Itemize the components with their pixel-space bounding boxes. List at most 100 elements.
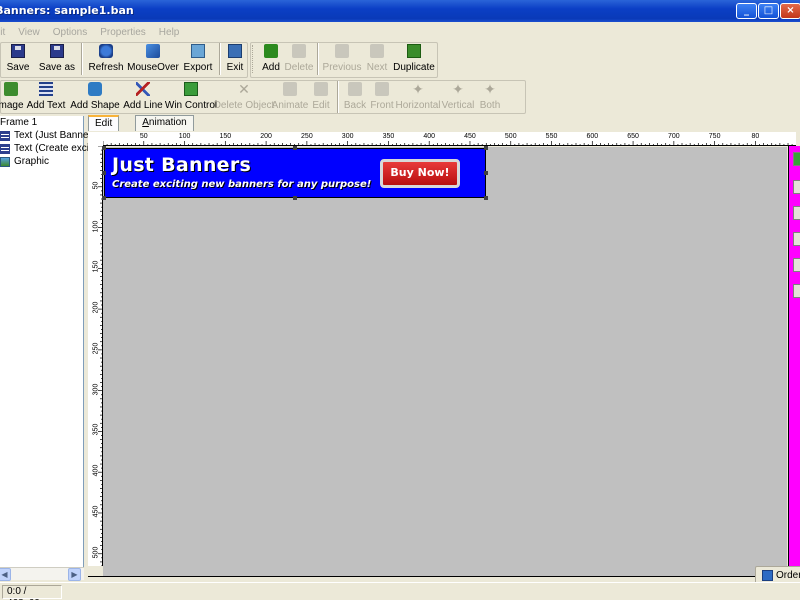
banner-buy-button[interactable]: Buy Now! (380, 159, 460, 188)
object-toolbar: mage Add Text Add Shape Add Line Win Con… (0, 80, 530, 114)
menu-help[interactable]: Help (159, 27, 180, 38)
save-button[interactable]: Save (0, 42, 36, 76)
ruler-label: 650 (627, 133, 639, 140)
tree-text-node[interactable]: Text (Just Banner (0, 129, 92, 142)
ruler-label: 400 (423, 133, 436, 140)
minimize-button[interactable]: _ (736, 3, 757, 19)
previous-frame-button[interactable]: Previous (322, 42, 362, 76)
tool-button[interactable] (793, 152, 800, 166)
resize-handle[interactable] (102, 146, 106, 150)
tool-button[interactable] (793, 180, 800, 194)
edit-object-button[interactable]: Edit (308, 80, 334, 114)
tree-frame-node[interactable]: Frame 1 (0, 116, 37, 129)
animate-button[interactable]: Animate (272, 80, 308, 114)
edit-icon (314, 82, 328, 96)
center-vertical-button[interactable]: ✦ Vertical (440, 80, 476, 114)
save-icon (11, 44, 25, 58)
tree-graphic-node[interactable]: Graphic (0, 155, 49, 168)
status-coordinates: 0:0 / 468x60 (2, 585, 62, 600)
previous-icon (335, 44, 349, 58)
order-icon (762, 570, 773, 581)
line-icon (136, 82, 150, 96)
ruler-label: 350 (382, 133, 395, 140)
delete-object-button[interactable]: ✕ Delete Object (214, 80, 275, 114)
toolbar-grip[interactable] (252, 45, 255, 73)
text-icon (39, 82, 53, 96)
add-frame-button[interactable]: Add (258, 42, 284, 76)
bring-front-button[interactable]: Front (368, 80, 396, 114)
horizontal-ruler-ticks (103, 141, 793, 145)
win-control-icon (184, 82, 198, 96)
tool-button[interactable] (793, 258, 800, 272)
ruler-label: 200 (92, 301, 100, 314)
frame-tree[interactable]: Frame 1 Text (Just Banner Text (Create e… (0, 116, 92, 567)
toolbar-separator (317, 43, 319, 75)
maximize-button[interactable]: □ (758, 3, 779, 19)
mouseover-button[interactable]: MouseOver (126, 42, 180, 76)
ruler-label: 500 (92, 546, 100, 559)
tree-horizontal-scrollbar[interactable]: ◀ ▶ (0, 567, 84, 581)
tree-text-node[interactable]: Text (Create exci (0, 142, 89, 155)
front-icon (375, 82, 389, 96)
tool-button[interactable] (793, 284, 800, 298)
refresh-button[interactable]: Refresh (86, 42, 126, 76)
menu-view[interactable]: View (18, 27, 40, 38)
menu-options[interactable]: Options (53, 27, 87, 38)
add-image-button[interactable]: mage (0, 80, 24, 114)
menu-edit[interactable]: lit (0, 27, 5, 38)
design-canvas[interactable]: Just Banners Create exciting new banners… (102, 146, 787, 577)
menu-bar: lit View Options Properties Help (0, 24, 800, 41)
scroll-right-icon[interactable]: ▶ (68, 568, 81, 581)
right-tool-panel (788, 146, 800, 567)
export-button[interactable]: Export (180, 42, 216, 76)
close-button[interactable]: × (780, 3, 800, 19)
main-toolbar: Save Save as Refresh MouseOver Export Ex… (0, 42, 800, 78)
add-line-button[interactable]: Add Line (120, 80, 166, 114)
resize-handle[interactable] (102, 171, 106, 175)
duplicate-frame-button[interactable]: Duplicate (392, 42, 436, 76)
ruler-label: 400 (92, 464, 100, 477)
next-frame-button[interactable]: Next (362, 42, 392, 76)
scroll-left-icon[interactable]: ◀ (0, 568, 11, 581)
tab-edit[interactable]: Edit (88, 115, 120, 131)
duplicate-icon (407, 44, 421, 58)
back-icon (348, 82, 362, 96)
tool-button[interactable] (793, 206, 800, 220)
tool-button[interactable] (793, 232, 800, 246)
ruler-label: 100 (92, 220, 100, 232)
exit-button[interactable]: Exit (224, 42, 246, 76)
ruler-label: 350 (92, 424, 100, 436)
delete-x-icon: ✕ (238, 81, 250, 97)
tab-animation[interactable]: Animation (135, 115, 194, 131)
resize-handle[interactable] (484, 146, 488, 150)
banner-preview[interactable]: Just Banners Create exciting new banners… (104, 148, 486, 198)
ruler-corner (88, 132, 103, 146)
horizontal-ruler: 50 100 150 200 250 300 350 400 450 500 550 600 650 70… (103, 132, 796, 146)
status-bar: 0:0 / 468x60 (0, 582, 800, 600)
banner-title[interactable]: Just Banners (112, 154, 251, 176)
toolbar-separator (219, 43, 221, 75)
banner-subtitle[interactable]: Create exciting new banners for any purp… (112, 179, 371, 190)
delete-frame-button[interactable]: Delete (284, 42, 314, 76)
resize-handle[interactable] (293, 146, 297, 150)
win-control-button[interactable]: Win Control (165, 80, 217, 114)
send-back-button[interactable]: Back (342, 80, 368, 114)
ruler-label: 550 (545, 133, 558, 140)
resize-handle[interactable] (293, 196, 297, 200)
ruler-label: 80 (751, 133, 760, 140)
ruler-label: 250 (92, 342, 100, 355)
add-shape-button[interactable]: Add Shape (70, 80, 120, 114)
resize-handle[interactable] (102, 196, 106, 200)
ruler-label: 700 (668, 133, 680, 140)
ruler-label: 450 (92, 505, 100, 518)
center-horizontal-button[interactable]: ✦ Horizontal (395, 80, 440, 114)
title-bar: t Banners: sample1.ban _ □ × (0, 0, 800, 22)
save-as-button[interactable]: Save as (36, 42, 78, 76)
delete-frame-icon (292, 44, 306, 58)
add-text-button[interactable]: Add Text (22, 80, 70, 114)
menu-properties[interactable]: Properties (100, 27, 146, 38)
resize-handle[interactable] (484, 171, 488, 175)
shape-icon (88, 82, 102, 96)
center-both-button[interactable]: ✦ Both (476, 80, 504, 114)
resize-handle[interactable] (484, 196, 488, 200)
